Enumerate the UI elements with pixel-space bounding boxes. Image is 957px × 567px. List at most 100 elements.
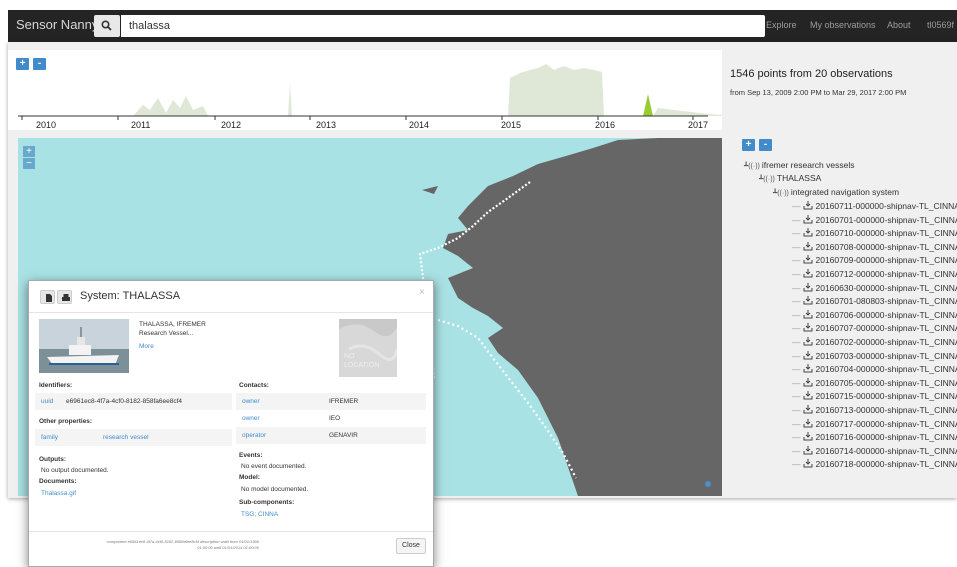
search-input[interactable] [121,15,765,37]
histogram-highlight [643,94,653,116]
tree-file-item[interactable]: —20160703-000000-shipnav-TL_CINNA [792,350,957,361]
land-france [443,138,722,496]
tree-file-item[interactable]: —20160702-000000-shipnav-TL_CINNA [792,337,957,347]
download-icon [803,391,812,400]
tree-node-system[interactable]: ┻((·)) integrated navigation system [773,187,899,197]
land-island [422,186,438,194]
tree-file-item[interactable]: —20160711-000000-shipnav-TL_CINNA [792,201,957,211]
search-button[interactable] [94,15,120,37]
contact-row: operator GENAVIR [236,427,426,444]
print-icon [62,294,70,301]
tree-file-item[interactable]: —20160712-000000-shipnav-TL_CINNA [792,269,957,279]
date-range: from Sep 13, 2009 2:00 PM to Mar 29, 201… [730,88,907,97]
tree-connector: — [792,201,801,211]
app-brand[interactable]: Sensor Nanny [16,17,98,32]
tree-file-item[interactable]: —20160630-000000-shipnav-TL_CINNA [792,282,957,293]
top-navbar: Sensor Nanny Explore My observations Abo… [8,10,957,42]
tree-file-item[interactable]: —20160701-000000-shipnav-TL_CINNA [792,214,957,225]
year-label: 2015 [501,120,522,130]
contacts-label: Contacts: [239,382,269,389]
tree-connector: — [792,350,801,361]
identifiers-label: Identifiers: [39,382,73,389]
sensor-icon: ┻((·)) [744,163,760,170]
histogram-area-2015 [508,64,604,116]
tree-file-item[interactable]: —20160718-000000-shipnav-TL_CINNA [792,459,957,469]
outputs-label: Outputs: [39,456,67,463]
document-link[interactable]: Thalassa.gif [41,490,76,497]
vessel-subtitle: Research Vessel... [139,330,194,337]
print-button[interactable] [57,290,72,304]
uuid-row: uuid e6961ec8-4f7a-4cf0-8182-858fa6ee8cf… [35,393,232,410]
contact-row: owner IEO [236,410,426,427]
download-icon [803,323,812,332]
tree-file-item[interactable]: —20160708-000000-shipnav-TL_CINNA [792,241,957,252]
uuid-value: e6961ec8-4f7a-4cf0-8182-858fa6ee8cf4 [66,398,183,405]
observation-tree: + - ┻((·)) ifremer research vessels ┻((·)… [730,127,957,497]
tree-file-item[interactable]: —20160705-000000-shipnav-TL_CINNA [792,377,957,388]
close-button[interactable]: Close [396,538,426,554]
tree-connector: — [792,323,801,334]
nav-explore[interactable]: Explore [766,20,797,30]
modal-footer-divider [29,531,433,532]
map-zoom-in-button[interactable]: + [23,146,35,157]
nav-my-observations[interactable]: My observations [810,20,876,30]
subcomponents-label: Sub-components: [239,499,295,506]
tree-file-item[interactable]: —20160706-000000-shipnav-TL_CINNA [792,309,957,320]
tree-connector: — [792,377,801,388]
tree-node-vessel[interactable]: ┻((·)) THALASSA [759,173,821,183]
tree-file-item[interactable]: —20160704-000000-shipnav-TL_CINNA [792,364,957,374]
year-label: 2010 [36,120,57,130]
more-link[interactable]: More [139,343,154,350]
tree-file-item[interactable]: —20160715-000000-shipnav-TL_CINNA [792,391,957,401]
tree-connector: — [792,418,801,429]
download-icon [803,214,812,224]
subcomponents-link[interactable]: TSG; CINNA [241,511,278,518]
download-icon [803,255,812,264]
download-icon [803,432,812,441]
tree-connector: — [792,337,801,347]
tree-file-item[interactable]: —20160716-000000-shipnav-TL_CINNA [792,432,957,442]
tree-connector: — [792,432,801,443]
points-count: 1546 points from 20 observations [730,68,893,80]
events-value: No event documented. [241,463,307,470]
tree-node-root[interactable]: ┻((·)) ifremer research vessels [744,160,854,170]
system-modal: System: THALASSA × THALASSA, IFREMER Res… [28,280,434,567]
download-icon [803,459,812,468]
tree-connector: — [792,391,801,402]
tree-file-item[interactable]: —20160717-000000-shipnav-TL_CINNA [792,418,957,429]
tree-connector: — [792,269,801,279]
map-marker[interactable] [705,481,711,487]
download-icon [803,337,812,346]
document-button[interactable] [40,290,55,304]
timeline-histogram[interactable] [8,50,722,130]
nav-about[interactable]: About [887,20,911,30]
timeline-zoom-out-button[interactable]: - [33,58,46,70]
tree-file-item[interactable]: —20160701-080803-shipnav-TL_CINNA [792,296,957,306]
download-icon [803,377,812,387]
vessel-image[interactable] [39,319,129,373]
year-label: 2014 [409,120,430,130]
vessel-title: THALASSA, IFREMER [139,321,206,328]
nav-user[interactable]: tl0569f [927,20,954,30]
family-row: family research vessel [35,429,232,446]
events-label: Events: [239,452,263,459]
timeline-zoom-in-button[interactable]: + [16,58,29,70]
tree-collapse-button[interactable]: - [759,139,772,151]
tree-file-item[interactable]: —20160713-000000-shipnav-TL_CINNA [792,405,957,415]
tree-connector: — [792,255,801,266]
tree-file-item[interactable]: —20160709-000000-shipnav-TL_CINNA [792,255,957,265]
download-icon [803,228,812,237]
tree-connector: — [792,459,801,470]
modal-close-icon[interactable]: × [419,287,425,298]
map-zoom-out-button[interactable]: − [23,158,35,169]
tree-connector: — [792,364,801,375]
tree-file-item[interactable]: —20160710-000000-shipnav-TL_CINNA [792,228,957,238]
tree-file-item[interactable]: —20160707-000000-shipnav-TL_CINNA [792,323,957,333]
tree-connector: — [792,405,801,415]
tree-file-item[interactable]: —20160714-000000-shipnav-TL_CINNA [792,445,957,456]
documents-label: Documents: [39,478,77,485]
download-icon [803,309,812,319]
tree-expand-button[interactable]: + [742,139,755,151]
year-label: 2017 [688,120,709,130]
tree-connector: — [792,241,801,252]
